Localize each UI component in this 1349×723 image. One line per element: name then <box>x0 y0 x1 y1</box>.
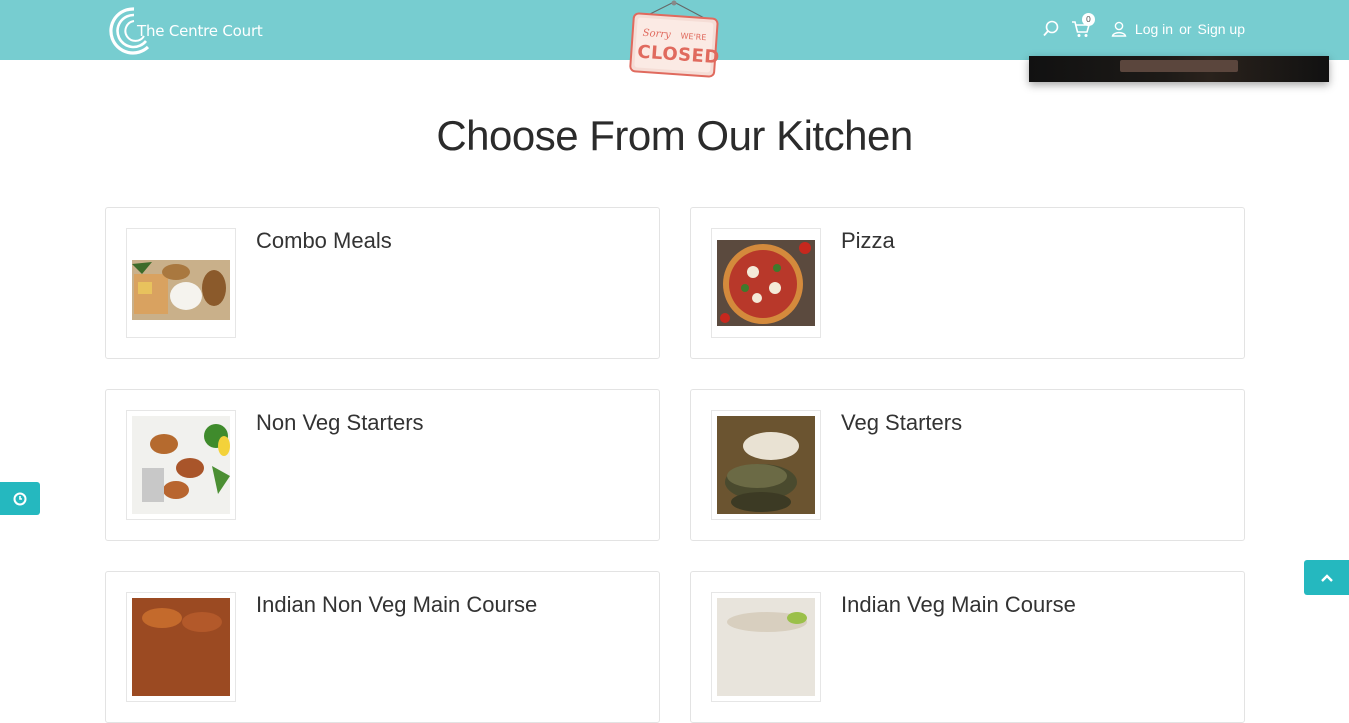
login-link[interactable]: Log in <box>1135 21 1173 37</box>
login-signup: Log in or Sign up <box>1109 19 1245 39</box>
search-icon[interactable] <box>1041 19 1061 39</box>
category-image <box>126 410 236 520</box>
category-image <box>711 228 821 338</box>
page-title: Choose From Our Kitchen <box>436 112 913 159</box>
clock-icon <box>13 492 27 505</box>
category-card-indian-veg-main-course[interactable]: Indian Veg Main Course <box>690 571 1245 723</box>
closed-sign-top-text: Sorry <box>642 28 671 41</box>
popup-button[interactable] <box>1120 60 1238 72</box>
chevron-up-icon <box>1320 573 1333 582</box>
header-actions: 0 Log in or Sign up <box>1041 13 1245 42</box>
user-icon <box>1109 19 1129 39</box>
back-to-top-button[interactable] <box>1304 560 1349 595</box>
category-image <box>126 228 236 338</box>
closed-sign: Sorry WE'RE CLOSED <box>626 0 722 80</box>
category-card-non-veg-starters[interactable]: Non Veg Starters <box>105 389 660 541</box>
category-image <box>711 592 821 702</box>
category-card-veg-starters[interactable]: Veg Starters <box>690 389 1245 541</box>
site-logo[interactable]: The Centre Court <box>104 4 263 56</box>
category-title: Non Veg Starters <box>256 410 424 435</box>
category-title: Veg Starters <box>841 410 963 435</box>
signup-link[interactable]: Sign up <box>1198 21 1245 37</box>
category-card-combo-meals[interactable]: Combo Meals <box>105 207 660 359</box>
category-title: Pizza <box>841 228 895 253</box>
cart-icon[interactable]: 0 <box>1071 13 1095 39</box>
or-label: or <box>1179 21 1192 37</box>
category-card-pizza[interactable]: Pizza <box>690 207 1245 359</box>
site-header: The Centre Court Sorry WE'RE CLOSED 0 Lo… <box>0 0 1349 78</box>
side-feedback-tab[interactable] <box>0 482 40 515</box>
logo-text: The Centre Court <box>137 22 263 40</box>
category-image <box>711 410 821 520</box>
promo-popup <box>1029 56 1329 82</box>
cart-count-badge: 0 <box>1081 13 1095 26</box>
closed-sign-right-text: WE'RE <box>680 31 706 42</box>
category-title: Indian Non Veg Main Course <box>256 592 538 617</box>
category-image <box>126 592 236 702</box>
category-card-indian-non-veg-main-course[interactable]: Indian Non Veg Main Course <box>105 571 660 723</box>
category-title: Combo Meals <box>256 228 392 253</box>
category-title: Indian Veg Main Course <box>841 592 1076 617</box>
